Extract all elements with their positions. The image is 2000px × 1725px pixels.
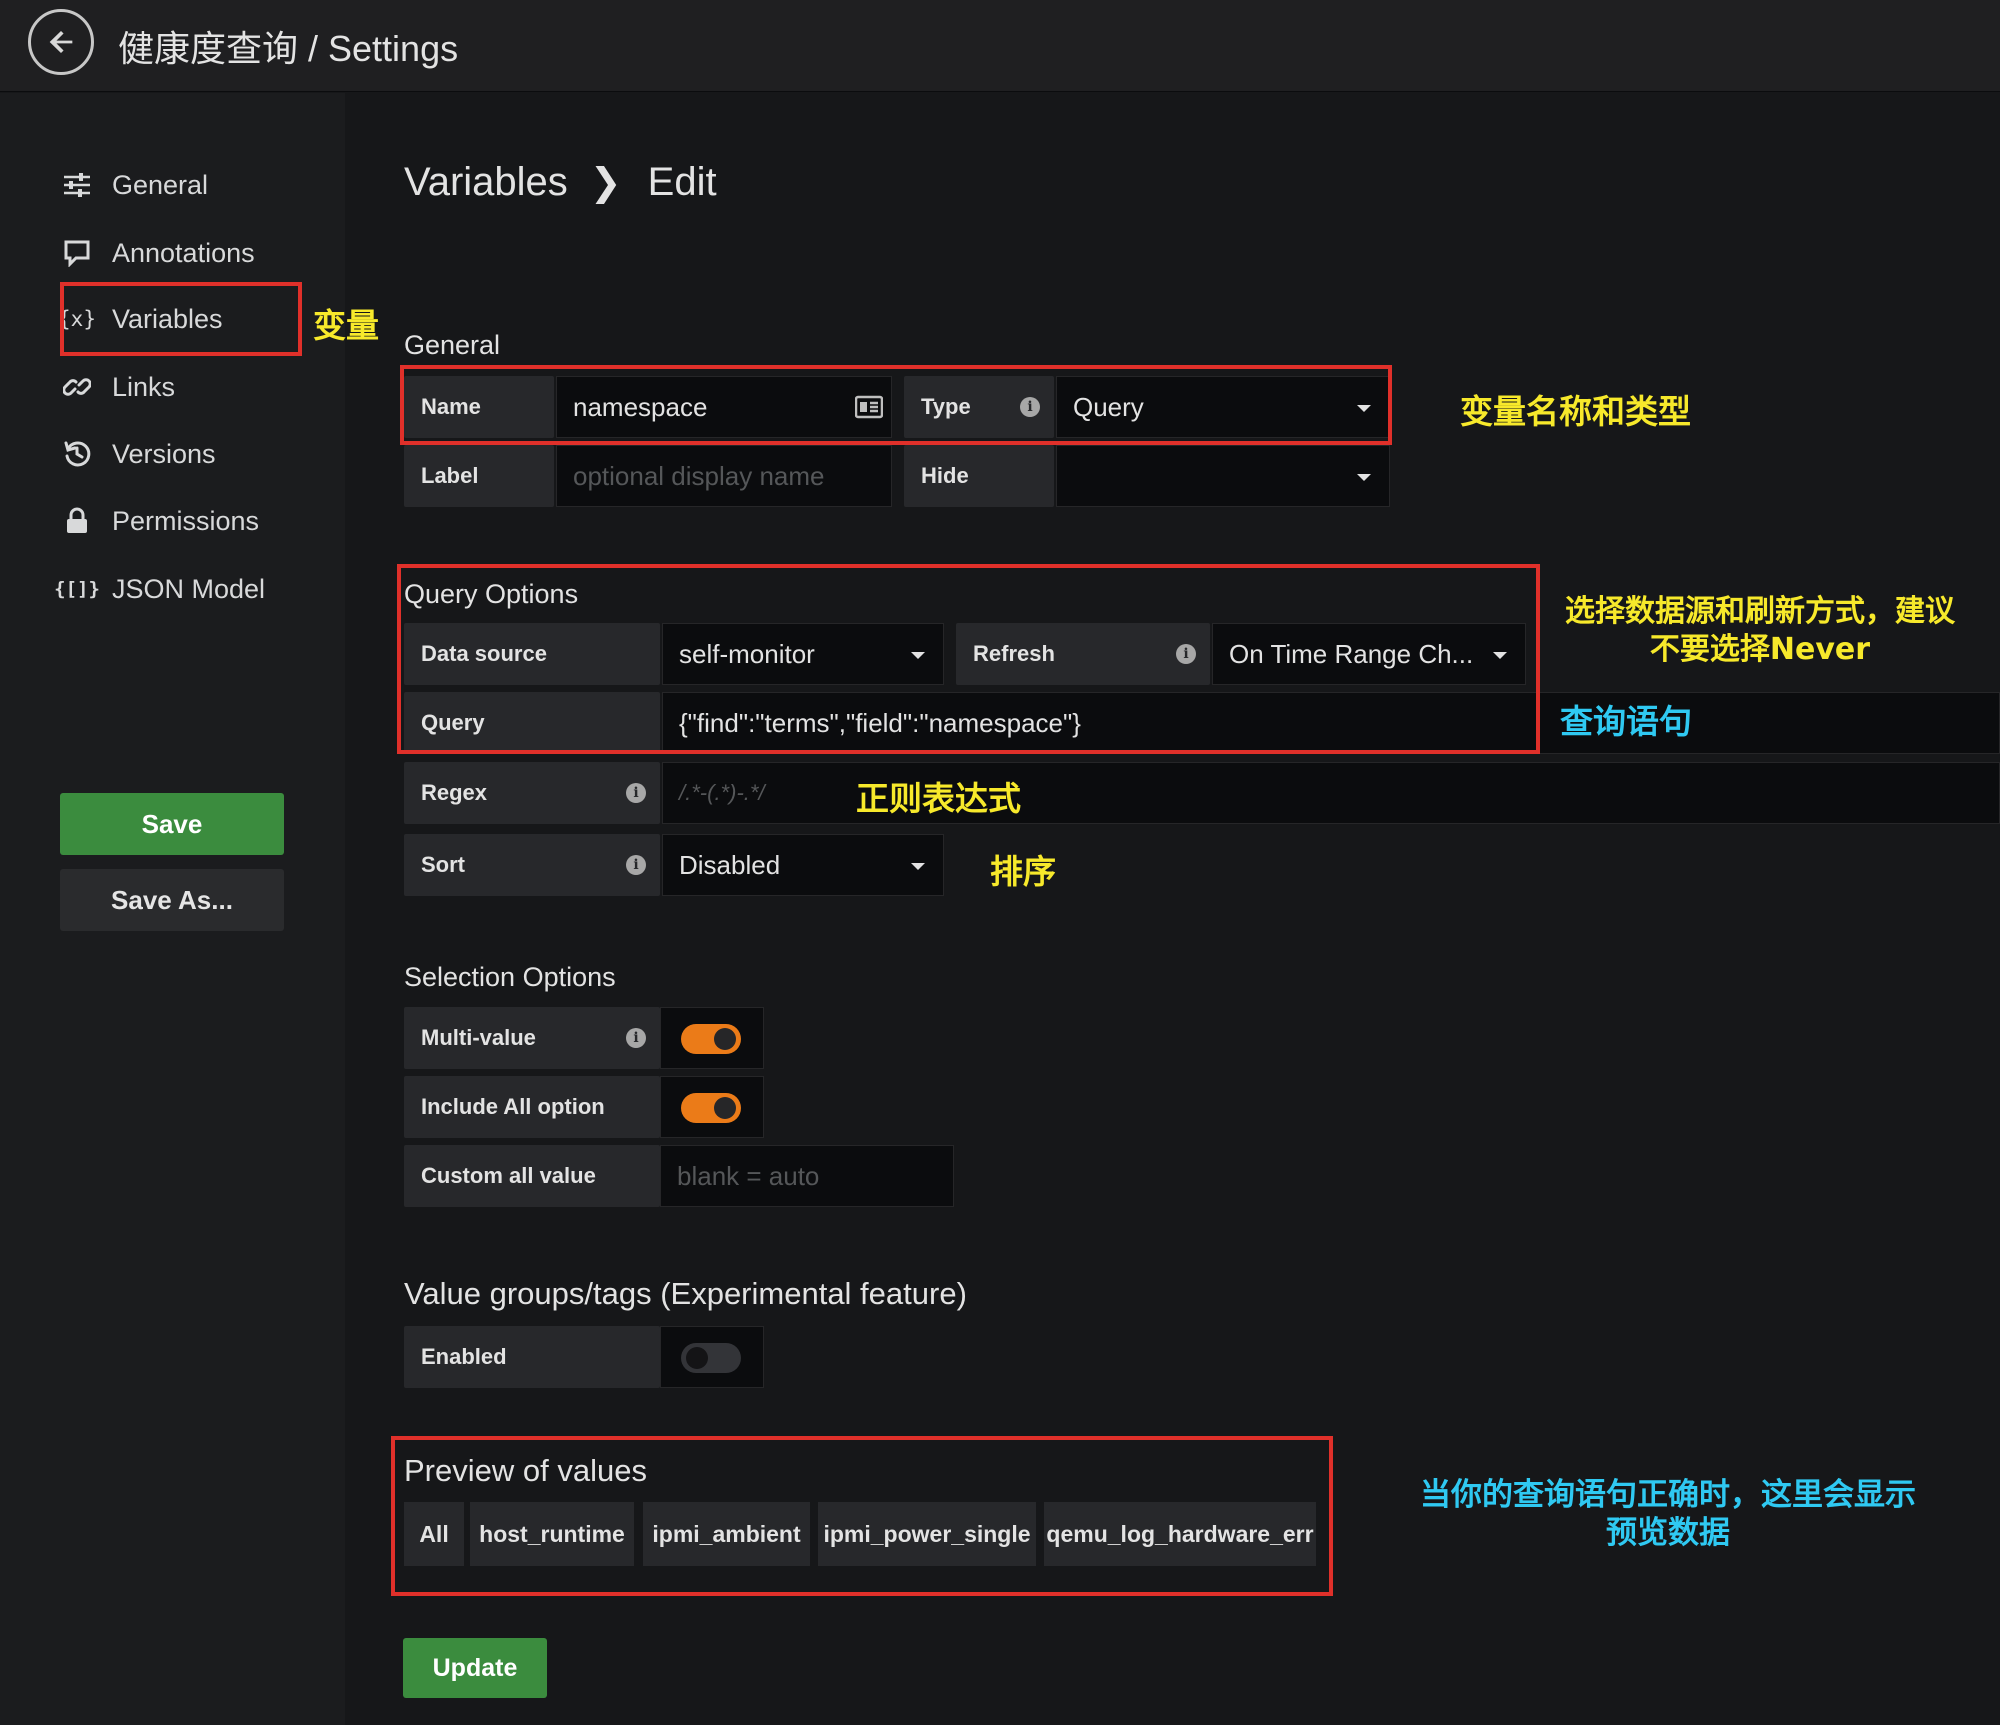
id-card-icon	[854, 395, 884, 426]
sidebar-item-general[interactable]: General	[62, 156, 298, 214]
sliders-icon	[62, 170, 92, 200]
general-section-title: General	[404, 330, 501, 360]
info-icon[interactable]: i	[626, 855, 646, 875]
preview-value-chip: ipmi_ambient	[643, 1502, 810, 1566]
variables-note: 变量	[313, 306, 379, 345]
lock-icon	[62, 506, 92, 536]
refresh-select[interactable]: On Time Range Ch...	[1212, 623, 1526, 685]
variable-icon: {x}	[58, 307, 96, 331]
refresh-label: Refresh i	[956, 623, 1210, 685]
sidebar-item-label: Variables	[112, 303, 223, 334]
preview-value-chip: ipmi_power_single	[818, 1502, 1036, 1566]
info-icon[interactable]: i	[626, 1028, 646, 1048]
sidebar-item-label: General	[112, 169, 209, 200]
query-label: Query	[404, 692, 660, 754]
comment-icon	[62, 238, 92, 268]
preview-value-chip: qemu_log_hardware_err	[1044, 1502, 1316, 1566]
page-title: 健康度查询 / Settings	[118, 28, 459, 69]
info-icon[interactable]: i	[626, 783, 646, 803]
query-options-title: Query Options	[404, 579, 579, 609]
query-input[interactable]: {"find":"terms","field":"namespace"}	[662, 692, 2000, 754]
enabled-toggle[interactable]	[681, 1343, 741, 1373]
json-icon: {[]}	[54, 578, 100, 600]
query-value: {"find":"terms","field":"namespace"}	[679, 707, 1081, 738]
history-icon	[62, 439, 92, 469]
regex-note: 正则表达式	[856, 779, 1021, 818]
multi-value-label: Multi-value i	[404, 1007, 660, 1069]
datasource-label: Data source	[404, 623, 660, 685]
arrow-left-icon	[49, 30, 73, 54]
label-input[interactable]: optional display name	[556, 445, 892, 507]
caret-down-icon	[1357, 474, 1371, 481]
preview-note: 当你的查询语句正确时，这里会显示 预览数据	[1420, 1477, 1916, 1551]
query-note: 查询语句	[1560, 702, 1692, 741]
link-icon	[62, 372, 92, 402]
datasource-note: 选择数据源和刷新方式，建议 不要选择Never	[1565, 594, 1955, 667]
refresh-value: On Time Range Ch...	[1229, 638, 1474, 669]
breadcrumb-current: Edit	[647, 160, 717, 204]
name-label: Name	[404, 376, 554, 438]
include-all-label: Include All option	[404, 1076, 660, 1138]
chevron-right-icon: ❯	[589, 162, 622, 204]
name-input[interactable]: namespace	[556, 376, 892, 438]
sidebar-item-links[interactable]: Links	[62, 358, 298, 416]
value-groups-title: Value groups/tags (Experimental feature)	[404, 1276, 967, 1311]
preview-title: Preview of values	[404, 1453, 647, 1488]
include-all-toggle[interactable]	[681, 1093, 741, 1123]
sidebar-item-permissions[interactable]: Permissions	[62, 492, 298, 550]
label-placeholder: optional display name	[573, 460, 825, 491]
sort-select[interactable]: Disabled	[662, 834, 944, 896]
hide-select[interactable]	[1056, 445, 1390, 507]
custom-all-input[interactable]: blank = auto	[660, 1145, 954, 1207]
sidebar-item-annotations[interactable]: Annotations	[62, 224, 298, 282]
sidebar-item-json-model[interactable]: {[]} JSON Model	[54, 560, 298, 618]
sidebar-item-label: Annotations	[112, 237, 255, 268]
sort-value: Disabled	[679, 849, 781, 880]
breadcrumb-parent[interactable]: Variables	[404, 160, 568, 205]
sidebar-item-label: Links	[112, 371, 176, 402]
preview-value-chip: host_runtime	[470, 1502, 634, 1566]
back-button[interactable]	[28, 9, 94, 75]
sort-label: Sort i	[404, 834, 660, 896]
caret-down-icon	[1357, 405, 1371, 412]
save-button[interactable]: Save	[60, 793, 284, 855]
custom-all-placeholder: blank = auto	[677, 1160, 820, 1191]
caret-down-icon	[1493, 652, 1507, 659]
enabled-label: Enabled	[404, 1326, 660, 1388]
datasource-select[interactable]: self-monitor	[662, 623, 944, 685]
enabled-toggle-cell	[660, 1326, 764, 1388]
settings-sidebar: General Annotations {x} Variables Links …	[0, 93, 345, 1725]
regex-label: Regex i	[404, 762, 660, 824]
datasource-value: self-monitor	[679, 638, 815, 669]
top-bar: 健康度查询 / Settings	[0, 0, 2000, 92]
regex-placeholder: /.*-(.*)-.*/	[679, 780, 765, 805]
custom-all-label: Custom all value	[404, 1145, 660, 1207]
multi-value-toggle-cell	[660, 1007, 764, 1069]
name-type-note: 变量名称和类型	[1460, 392, 1691, 431]
info-icon[interactable]: i	[1020, 397, 1040, 417]
sort-note: 排序	[990, 852, 1056, 891]
save-as-button[interactable]: Save As...	[60, 869, 284, 931]
caret-down-icon	[911, 863, 925, 870]
label-label: Label	[404, 445, 554, 507]
name-value: namespace	[573, 391, 708, 422]
type-label: Type i	[904, 376, 1054, 438]
sidebar-item-label: JSON Model	[112, 573, 266, 604]
type-value: Query	[1073, 391, 1144, 422]
multi-value-toggle[interactable]	[681, 1024, 741, 1054]
info-icon[interactable]: i	[1176, 644, 1196, 664]
breadcrumb: Variables ❯ Edit	[404, 160, 717, 205]
type-select[interactable]: Query	[1056, 376, 1390, 438]
include-all-toggle-cell	[660, 1076, 764, 1138]
sidebar-item-variables[interactable]: {x} Variables	[58, 290, 298, 348]
hide-label: Hide	[904, 445, 1054, 507]
sidebar-item-versions[interactable]: Versions	[62, 425, 298, 483]
sidebar-item-label: Versions	[112, 438, 216, 469]
sidebar-item-label: Permissions	[112, 505, 260, 536]
preview-value-chip: All	[404, 1502, 464, 1566]
caret-down-icon	[911, 652, 925, 659]
selection-options-title: Selection Options	[404, 962, 616, 992]
update-button[interactable]: Update	[403, 1638, 547, 1698]
